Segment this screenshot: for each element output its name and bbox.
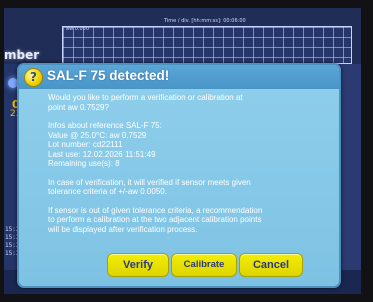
tolerance-line: will be displayed after verification pro…: [48, 224, 198, 234]
background-chart: [62, 26, 352, 64]
verification-line: tolerance criteria of +/-aw 0.0050.: [48, 187, 167, 196]
calibrate-button[interactable]: Calibrate: [171, 253, 237, 277]
background-chart-axis-label: Time / div. [hh:mm:ss]: 00:06:00: [164, 18, 246, 24]
verify-button[interactable]: Verify: [107, 253, 169, 277]
info-line: Lot number: cd22111: [48, 140, 123, 149]
monitor-photo: Time / div. [hh:mm:ss]: 00:06:00 aw 0.05…: [0, 0, 373, 302]
background-chart-aw-label: aw 0.050: [66, 26, 90, 32]
reference-detected-dialog: ? SAL-F 75 detected! Would you like to p…: [17, 63, 341, 288]
background-title-fragment: mber: [4, 48, 40, 62]
dialog-header: ? SAL-F 75 detected!: [19, 65, 339, 89]
info-line: Last use: 12.02.2026 11:51:49: [48, 149, 156, 159]
question-icon: ?: [24, 68, 43, 87]
tolerance-line: to perform a calibration at the two adja…: [48, 215, 262, 224]
question-line: point aw 0.7529?: [48, 102, 109, 112]
info-line: Remaining use(s): 8: [48, 159, 120, 168]
dialog-body: Would you like to perform a verification…: [48, 93, 331, 234]
info-line: Infos about reference SAL-F 75:: [48, 121, 162, 130]
tolerance-line: If sensor is out of given tolerance crit…: [48, 205, 263, 215]
dialog-title: SAL-F 75 detected!: [47, 68, 170, 83]
question-line: Would you like to perform a verification…: [48, 93, 243, 102]
cancel-button[interactable]: Cancel: [239, 253, 303, 277]
device-screen: Time / div. [hh:mm:ss]: 00:06:00 aw 0.05…: [4, 8, 361, 294]
info-line: Value @ 25.0°C: aw 0.7529: [48, 130, 147, 140]
verification-line: In case of verification, it will verifie…: [48, 177, 251, 187]
